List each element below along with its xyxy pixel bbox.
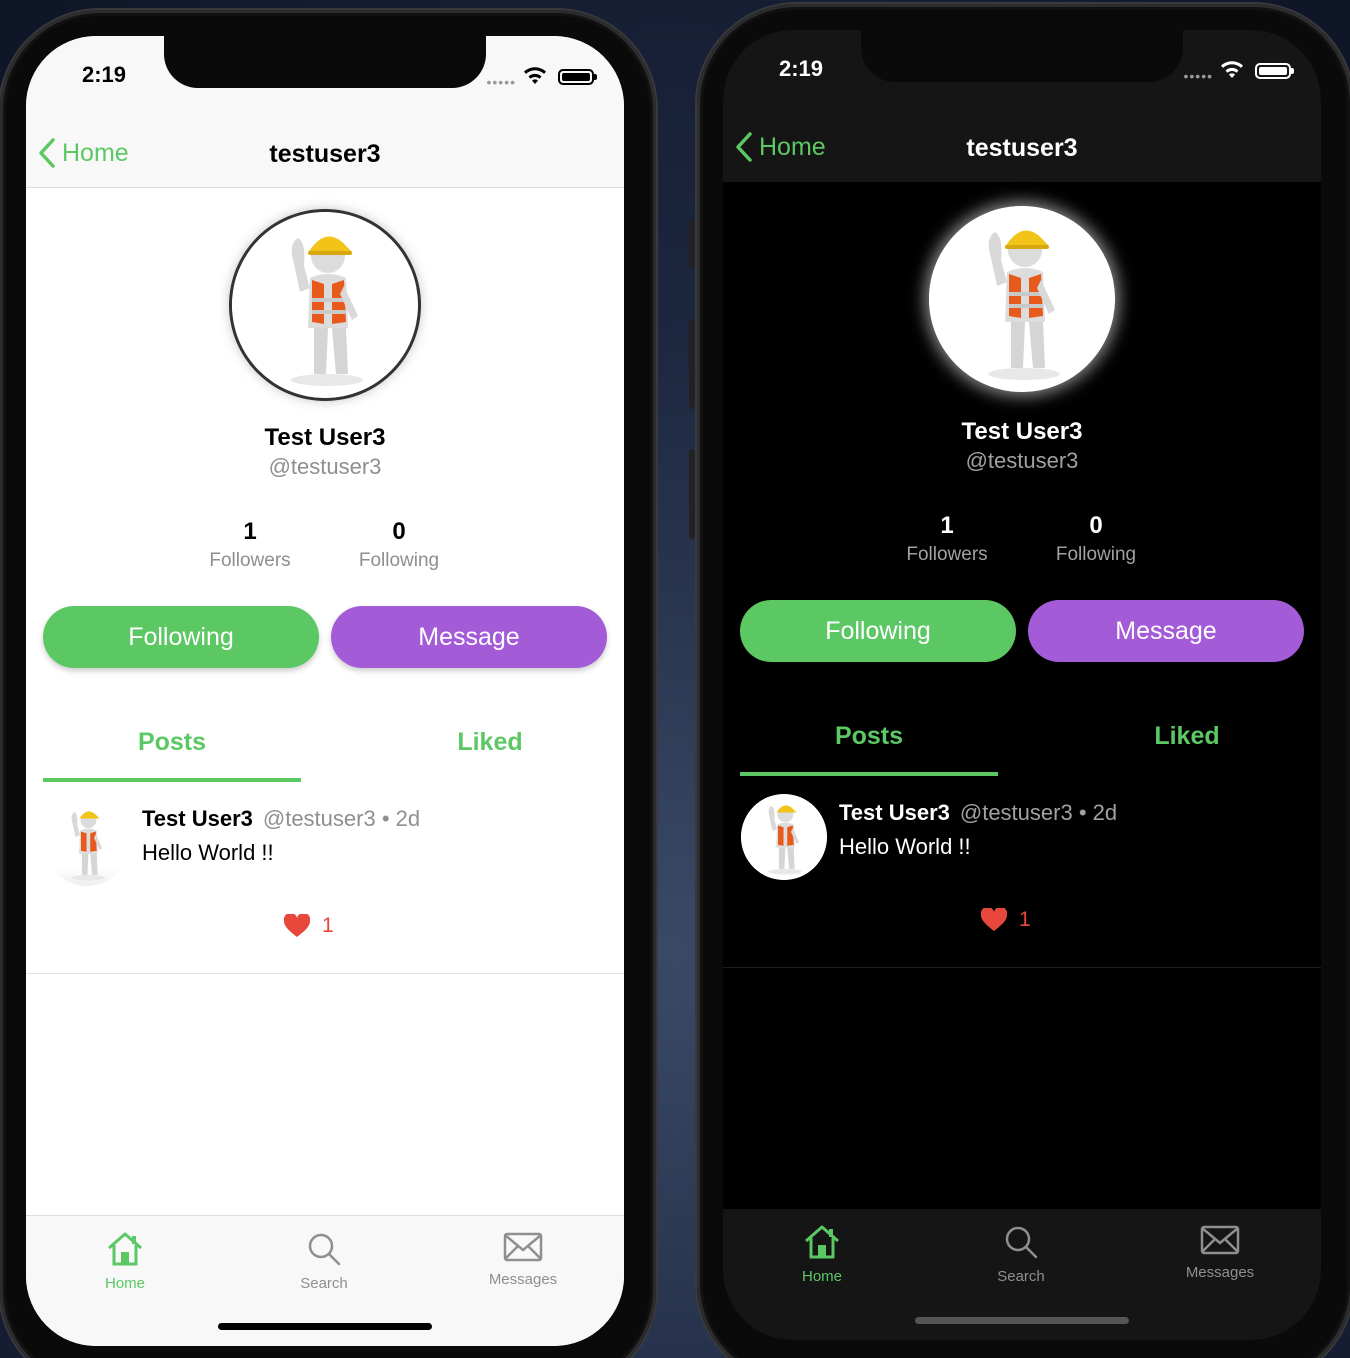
followers-count: 1 xyxy=(940,512,954,539)
tab-bar-messages[interactable]: Messages xyxy=(1155,1223,1285,1281)
post-item[interactable]: Test User3 @testuser3 • 2d Hello World !!… xyxy=(723,790,1321,968)
phone-dark: 2:19 ••••• Home testuser3 Test User3 @te… xyxy=(689,4,1350,1358)
following-label: Following xyxy=(358,550,440,571)
search-icon xyxy=(308,1233,341,1266)
construction-worker-avatar-icon xyxy=(741,794,827,880)
post-header: Test User3 @testuser3 • 2d xyxy=(839,800,1117,826)
profile-avatar[interactable] xyxy=(929,206,1115,392)
following-stat[interactable]: 0 Following xyxy=(329,518,469,572)
tab-bar-search[interactable]: Search xyxy=(956,1223,1086,1285)
heart-icon xyxy=(981,908,1007,931)
active-tab-indicator xyxy=(740,772,998,776)
navigation-bar: Home testuser3 xyxy=(723,120,1321,182)
tab-liked[interactable]: Liked xyxy=(1058,722,1316,751)
post-text: Hello World !! xyxy=(142,840,274,865)
search-icon xyxy=(1005,1226,1038,1259)
battery-icon xyxy=(1255,63,1294,79)
post-author-avatar[interactable] xyxy=(44,800,130,886)
construction-worker-avatar-icon xyxy=(71,811,105,881)
post-item[interactable]: Test User3 @testuser3 • 2d Hello World !!… xyxy=(26,796,624,974)
following-count: 0 xyxy=(392,518,406,545)
status-time: 2:19 xyxy=(82,62,127,87)
profile-username: @testuser3 xyxy=(965,448,1079,473)
tab-bar-search-label: Search xyxy=(300,1275,348,1292)
screen: 2:19 ••••• Home testuser3 Test User3 @te… xyxy=(26,36,624,1346)
following-count: 0 xyxy=(1089,512,1103,539)
post-header: Test User3 @testuser3 • 2d xyxy=(142,806,420,832)
volume-up-button xyxy=(689,319,695,409)
following-button[interactable]: Following xyxy=(43,606,319,668)
status-time: 2:19 xyxy=(779,56,824,81)
active-tab-indicator xyxy=(43,778,301,782)
profile-display-name: Test User3 xyxy=(264,424,386,451)
profile-avatar[interactable] xyxy=(232,212,418,398)
tab-bar-messages[interactable]: Messages xyxy=(458,1230,588,1288)
battery-icon xyxy=(558,69,597,85)
home-icon xyxy=(108,1232,142,1266)
cellular-signal-icon: ••••• xyxy=(1183,68,1213,84)
following-stat[interactable]: 0 Following xyxy=(1026,512,1166,566)
post-text: Hello World !! xyxy=(839,834,971,859)
envelope-icon xyxy=(503,1232,543,1262)
wifi-icon xyxy=(1221,61,1243,78)
home-icon xyxy=(805,1225,839,1259)
following-label: Following xyxy=(1055,544,1137,565)
wifi-icon xyxy=(524,67,546,84)
volume-down-button xyxy=(689,449,695,539)
heart-icon xyxy=(284,914,310,937)
profile-display-name: Test User3 xyxy=(961,418,1083,445)
page-title: testuser3 xyxy=(269,140,381,168)
tab-bar-search-label: Search xyxy=(997,1268,1045,1285)
like-button[interactable]: 1 xyxy=(284,914,334,938)
like-count: 1 xyxy=(322,914,334,937)
message-button[interactable]: Message xyxy=(331,606,607,668)
tab-bar-search[interactable]: Search xyxy=(259,1230,389,1292)
followers-label: Followers xyxy=(209,550,291,571)
construction-worker-avatar-icon xyxy=(232,212,418,398)
notch xyxy=(861,30,1183,82)
tab-posts[interactable]: Posts xyxy=(740,722,998,751)
tab-posts[interactable]: Posts xyxy=(43,728,301,757)
tab-liked[interactable]: Liked xyxy=(361,728,619,757)
tab-bar-messages-label: Messages xyxy=(1185,1264,1255,1281)
post-author-meta: @testuser3 • 2d xyxy=(959,800,1118,825)
mute-switch xyxy=(689,219,695,269)
tab-bar-home[interactable]: Home xyxy=(757,1223,887,1285)
cellular-signal-icon: ••••• xyxy=(486,74,516,90)
followers-stat[interactable]: 1 Followers xyxy=(877,512,1017,566)
navigation-bar: Home testuser3 xyxy=(26,126,624,188)
envelope-icon xyxy=(1200,1225,1240,1255)
followers-count: 1 xyxy=(243,518,257,545)
like-button[interactable]: 1 xyxy=(981,908,1031,932)
post-author-avatar[interactable] xyxy=(741,794,827,880)
tab-bar-home-label: Home xyxy=(104,1275,145,1292)
followers-stat[interactable]: 1 Followers xyxy=(180,518,320,572)
screen: 2:19 ••••• Home testuser3 Test User3 @te… xyxy=(723,30,1321,1340)
followers-label: Followers xyxy=(906,544,988,565)
following-button[interactable]: Following xyxy=(740,600,1016,662)
page-title: testuser3 xyxy=(966,134,1078,162)
profile-username: @testuser3 xyxy=(268,454,382,479)
home-indicator[interactable] xyxy=(218,1323,432,1330)
post-author-name: Test User3 xyxy=(142,806,253,831)
like-count: 1 xyxy=(1019,908,1031,931)
tab-bar-messages-label: Messages xyxy=(488,1271,558,1288)
tab-bar-home-label: Home xyxy=(801,1268,842,1285)
tab-bar-home[interactable]: Home xyxy=(60,1230,190,1292)
post-author-name: Test User3 xyxy=(839,800,950,825)
home-indicator[interactable] xyxy=(915,1317,1129,1324)
post-author-meta: @testuser3 • 2d xyxy=(262,806,421,831)
construction-worker-avatar-icon xyxy=(929,206,1115,392)
phone-light: 2:19 ••••• Home testuser3 Test User3 @te… xyxy=(0,10,656,1358)
message-button[interactable]: Message xyxy=(1028,600,1304,662)
notch xyxy=(164,36,486,88)
